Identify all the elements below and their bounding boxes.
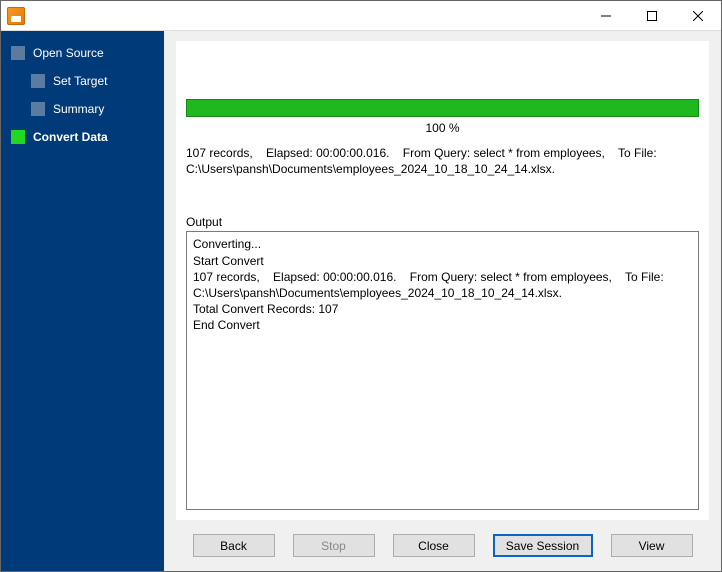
step-indicator-icon	[31, 74, 45, 88]
sidebar-item-label: Summary	[53, 102, 104, 116]
app-icon	[7, 7, 25, 25]
sidebar-item-label: Set Target	[53, 74, 107, 88]
progress-bar	[186, 99, 699, 117]
convert-panel: 100 % 107 records, Elapsed: 00:00:00.016…	[176, 41, 709, 520]
sidebar-item-open-source[interactable]: Open Source	[1, 39, 164, 67]
sidebar-item-label: Convert Data	[33, 130, 108, 144]
sidebar-item-summary[interactable]: Summary	[1, 95, 164, 123]
sidebar-item-set-target[interactable]: Set Target	[1, 67, 164, 95]
output-label: Output	[186, 215, 699, 229]
stop-button[interactable]: Stop	[293, 534, 375, 557]
step-indicator-icon	[11, 130, 25, 144]
conversion-summary-text: 107 records, Elapsed: 00:00:00.016. From…	[186, 145, 699, 177]
sidebar-item-convert-data[interactable]: Convert Data	[1, 123, 164, 151]
close-button[interactable]: Close	[393, 534, 475, 557]
content-area: Open Source Set Target Summary Convert D…	[1, 31, 721, 571]
output-log-textarea[interactable]: Converting... Start Convert 107 records,…	[186, 231, 699, 510]
back-button[interactable]: Back	[193, 534, 275, 557]
view-button[interactable]: View	[611, 534, 693, 557]
sidebar-item-label: Open Source	[33, 46, 104, 60]
save-session-button[interactable]: Save Session	[493, 534, 593, 557]
progress-percent-label: 100 %	[186, 121, 699, 135]
window-close-button[interactable]	[675, 1, 721, 31]
step-indicator-icon	[11, 46, 25, 60]
window-maximize-button[interactable]	[629, 1, 675, 31]
window-titlebar	[1, 1, 721, 31]
window-minimize-button[interactable]	[583, 1, 629, 31]
step-indicator-icon	[31, 102, 45, 116]
main-panel: 100 % 107 records, Elapsed: 00:00:00.016…	[164, 31, 721, 571]
button-row: Back Stop Close Save Session View	[164, 526, 721, 571]
wizard-sidebar: Open Source Set Target Summary Convert D…	[1, 31, 164, 571]
